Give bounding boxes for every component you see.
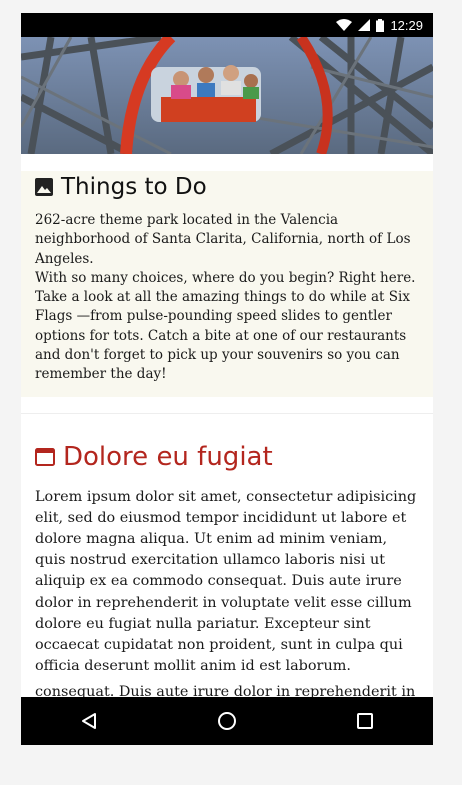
things-to-do-card: Things to Do 262-acre theme park located…: [21, 171, 433, 397]
battery-icon: [376, 18, 385, 32]
article-title: Dolore eu fugiat: [35, 441, 419, 473]
signal-icon: [358, 19, 371, 31]
card-description: 262-acre theme park located in the Valen…: [35, 212, 416, 383]
card-title-text: Things to Do: [61, 174, 207, 200]
home-icon[interactable]: [217, 711, 237, 731]
back-icon[interactable]: [80, 712, 98, 730]
status-time: 12:29: [390, 17, 423, 33]
status-bar: 12:29: [21, 13, 433, 37]
hero-image-rollercoaster: [21, 37, 433, 154]
navigation-bar: [21, 697, 433, 745]
wifi-icon: [336, 19, 353, 31]
calendar-icon: [35, 447, 55, 466]
phone-screen: 12:29 Things to Do 262-acre theme park l…: [21, 13, 433, 745]
image-icon: [35, 178, 53, 196]
article-section: Dolore eu fugiat Lorem ipsum dolor sit a…: [21, 441, 433, 724]
recents-icon[interactable]: [356, 712, 374, 730]
article-title-text: Dolore eu fugiat: [63, 441, 273, 472]
divider: [21, 412, 433, 414]
card-title: Things to Do: [35, 171, 419, 201]
article-paragraph-1: Lorem ipsum dolor sit amet, consectetur …: [35, 488, 417, 675]
